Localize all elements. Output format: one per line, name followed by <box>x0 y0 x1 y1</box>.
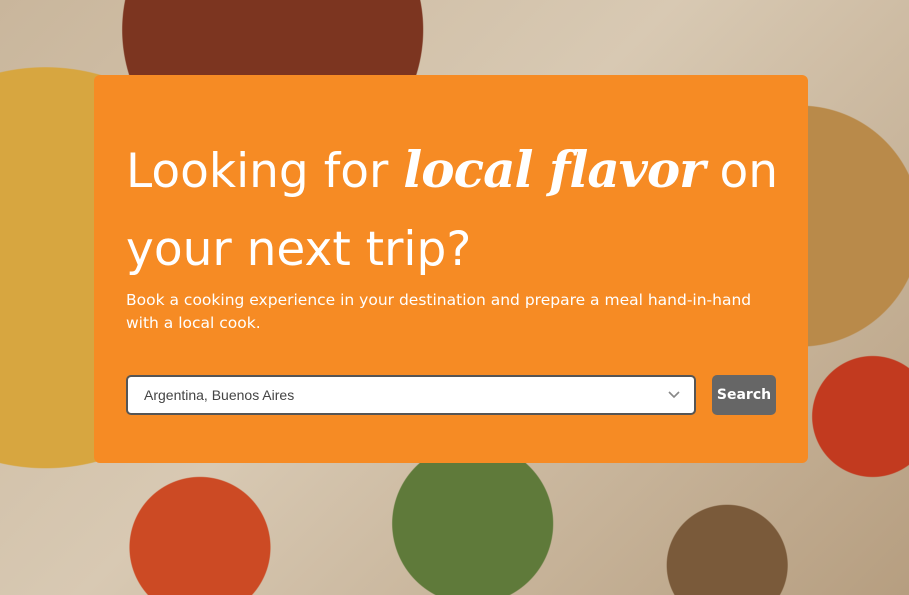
destination-select-value: Argentina, Buenos Aires <box>144 387 295 403</box>
chevron-down-icon <box>668 391 680 399</box>
search-button[interactable]: Search <box>712 375 776 415</box>
hero-headline: Looking for local flavor on your next tr… <box>126 131 786 289</box>
hero-subtitle: Book a cooking experience in your destin… <box>126 291 752 332</box>
hero-card: Looking for local flavor on your next tr… <box>94 75 808 463</box>
destination-select[interactable]: Argentina, Buenos Aires <box>126 375 696 415</box>
headline-text-start: Looking for <box>126 144 404 199</box>
headline-accent-text: local flavor <box>403 140 705 199</box>
